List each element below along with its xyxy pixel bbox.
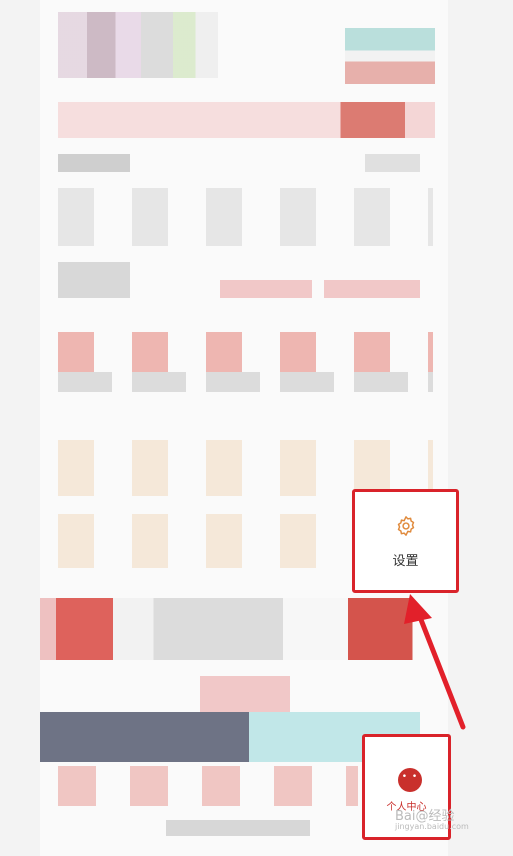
watermark-sub: jingyan.baidu.com xyxy=(395,822,469,831)
watermark: Bai@经验 jingyan.baidu.com xyxy=(395,805,469,831)
arrow-icon xyxy=(404,594,466,730)
